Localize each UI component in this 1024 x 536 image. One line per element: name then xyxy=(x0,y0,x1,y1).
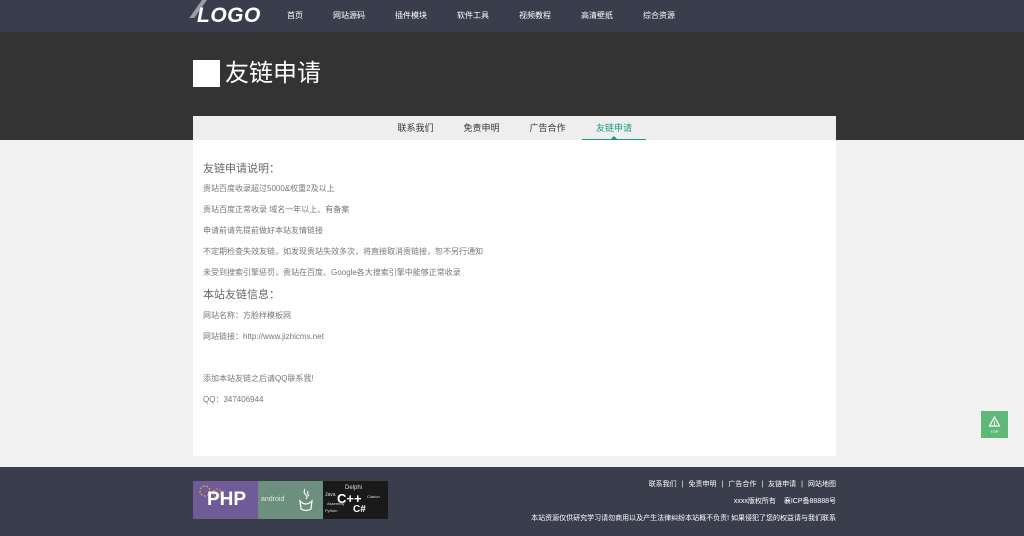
rule-item: 不定期检查失效友链，如发现贵站失效多次，将直接取消贵链接，恕不另行通知 xyxy=(203,247,483,256)
footer-link-disclaimer[interactable]: 免责申明 xyxy=(689,481,717,488)
footer-copyright-line: xxxx版权所有 襄ICP备88888号 xyxy=(734,496,836,506)
java-cup-icon xyxy=(299,488,313,512)
main-content: 友链申请说明： 贵站百度收录超过5000&权重2及以上 贵站百度正常收录 域名一… xyxy=(193,140,836,456)
tab-link-application[interactable]: 友链申请 xyxy=(582,116,646,140)
word-clarion: Clarion xyxy=(367,494,380,499)
nav-video-tutorials[interactable]: 视频教程 xyxy=(519,0,551,32)
section-title-site-info: 本站友链信息： xyxy=(203,289,280,301)
footer-separator: | xyxy=(761,481,764,488)
nav-home[interactable]: 首页 xyxy=(287,0,303,32)
android-text: android xyxy=(261,496,285,503)
footer-separator: | xyxy=(681,481,684,488)
section-title-rules: 友链申请说明： xyxy=(203,163,280,175)
logo-text: LOGO xyxy=(197,4,261,27)
php-badge[interactable]: PHP xyxy=(193,481,258,519)
icp-number[interactable]: 襄ICP备88888号 xyxy=(784,498,836,505)
footer-link-ads[interactable]: 广告合作 xyxy=(728,481,756,488)
rule-item: 贵站百度正常收录 域名一年以上、有备案 xyxy=(203,205,350,214)
word-csharp: C# xyxy=(353,504,366,515)
copyright-text: xxxx版权所有 xyxy=(733,498,776,505)
word-python: Python xyxy=(325,508,338,513)
nav-software-tools[interactable]: 软件工具 xyxy=(457,0,489,32)
nav-resources[interactable]: 综合资源 xyxy=(643,0,675,32)
site-name: 网站名称：方脸样模板网 xyxy=(203,311,291,320)
footer-link-contact[interactable]: 联系我们 xyxy=(649,481,677,488)
footer-disclaimer: 本站资源仅供研究学习请勿商用以及产生法律纠纷本站概不负责! 如果侵犯了您的权益请… xyxy=(531,515,836,522)
android-java-badge[interactable]: android xyxy=(258,481,323,519)
tab-disclaimer[interactable]: 免责申明 xyxy=(454,116,509,140)
footer-separator: | xyxy=(801,481,803,488)
site-footer: PHP android Delphi C++ C# Java Python As… xyxy=(0,467,1024,536)
php-text: PHP xyxy=(207,489,247,510)
footer-link-friend-links[interactable]: 友链申请 xyxy=(768,481,796,488)
banner-square-icon xyxy=(193,60,220,87)
rule-item: 未受到搜索引擎惩罚，贵站在百度、Google各大搜索引擎中能够正常收录 xyxy=(203,268,461,277)
tab-link-application-label: 友链申请 xyxy=(595,123,632,133)
page-title: 友链申请 xyxy=(225,60,321,87)
footer-link-sitemap[interactable]: 网站地图 xyxy=(808,481,836,488)
top-navbar: LOGO 首页 网站源码 插件模块 软件工具 视频教程 高清壁纸 综合资源 xyxy=(0,0,1024,32)
main-nav: 首页 网站源码 插件模块 软件工具 视频教程 高清壁纸 综合资源 xyxy=(287,0,705,32)
languages-word-cloud-badge[interactable]: Delphi C++ C# Java Python Assembly Clari… xyxy=(323,481,388,519)
word-assembly: Assembly xyxy=(327,501,345,506)
back-to-top-label: TOP xyxy=(990,429,999,434)
word-java: Java xyxy=(325,492,336,498)
contact-note: 添加本站友链之后请QQ联系我! xyxy=(203,374,314,383)
nav-wallpapers[interactable]: 高清壁纸 xyxy=(581,0,613,32)
rule-item: 申请前请先提前做好本站友情链接 xyxy=(203,226,323,235)
tab-contact-us[interactable]: 联系我们 xyxy=(388,116,443,140)
nav-source-code[interactable]: 网站源码 xyxy=(333,0,365,32)
footer-badges: PHP android Delphi C++ C# Java Python As… xyxy=(193,481,388,519)
back-to-top-button[interactable]: TOP xyxy=(981,411,1008,438)
rule-item: 贵站百度收录超过5000&权重2及以上 xyxy=(203,184,335,193)
nav-plugins[interactable]: 插件模块 xyxy=(395,0,427,32)
qq-number: QQ：347406944 xyxy=(203,395,264,404)
site-url: 网站链接：http://www.jizhicms.net xyxy=(203,332,324,341)
tab-ad-cooperation[interactable]: 广告合作 xyxy=(520,116,575,140)
sub-tabs: 联系我们 免责申明 广告合作 友链申请 xyxy=(193,116,836,140)
site-logo[interactable]: LOGO xyxy=(189,0,263,32)
footer-separator: | xyxy=(721,481,724,488)
footer-links: 联系我们 | 免责申明 | 广告合作 | 友链申请 | 网站地图 xyxy=(649,479,836,489)
arrow-up-icon xyxy=(988,416,1001,427)
